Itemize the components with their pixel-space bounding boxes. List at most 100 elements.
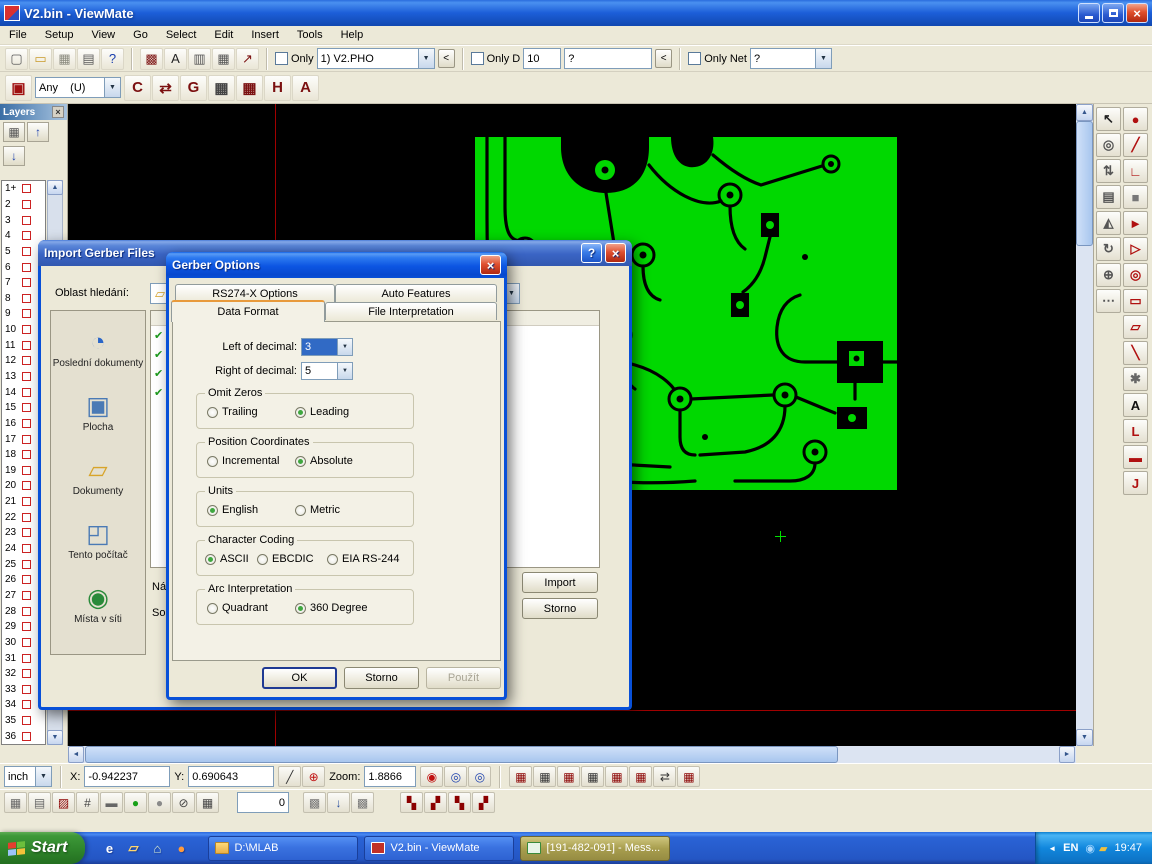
scroll-up-icon[interactable]: ▲ — [1076, 104, 1093, 121]
layer-row[interactable]: 3 — [2, 212, 45, 228]
layer-color-swatch[interactable] — [22, 341, 31, 350]
status-gray-dot-icon[interactable]: ● — [148, 792, 171, 813]
layer-color-swatch[interactable] — [22, 560, 31, 569]
prev-layer-button[interactable]: < — [438, 49, 455, 68]
scroll-left-button[interactable]: ◄ — [68, 746, 84, 763]
center-target-icon[interactable]: ⊕ — [1096, 263, 1121, 287]
aperture-grid-red-icon[interactable]: ▦ — [236, 75, 263, 101]
layer-color-swatch[interactable] — [22, 184, 31, 193]
text-tool-icon[interactable]: A — [1123, 393, 1148, 417]
x-coordinate-field[interactable]: -0.942237 — [84, 766, 170, 787]
layer-row[interactable]: 36 — [2, 728, 45, 744]
pattern-nw-icon[interactable]: ▞ — [424, 792, 447, 813]
layer-color-swatch[interactable] — [22, 481, 31, 490]
dot-matrix2-icon[interactable]: ▩ — [351, 792, 374, 813]
rows-icon[interactable]: ▤ — [28, 792, 51, 813]
net-table-icon[interactable]: ▦ — [629, 766, 652, 787]
layer-color-swatch[interactable] — [22, 231, 31, 240]
import-button[interactable]: Import — [522, 572, 598, 593]
text-tool-icon[interactable]: A — [164, 48, 187, 70]
save-icon[interactable]: ▦ — [53, 48, 76, 70]
layer-color-swatch[interactable] — [22, 497, 31, 506]
radio-eia-rs244[interactable]: EIA RS-244 — [327, 553, 399, 565]
scroll-down-icon[interactable]: ▼ — [47, 730, 63, 745]
snap-grid-icon[interactable]: # — [76, 792, 99, 813]
g-code-tool-icon[interactable]: G — [180, 75, 207, 101]
right-decimal-select[interactable]: 5 ▼ — [301, 362, 353, 380]
unit-select[interactable]: inch ▼ — [4, 766, 52, 787]
prev-dcode-button[interactable]: < — [655, 49, 672, 68]
layer-color-swatch[interactable] — [22, 591, 31, 600]
layer-color-swatch[interactable] — [22, 607, 31, 616]
chevron-down-icon[interactable]: ▼ — [337, 363, 352, 379]
gerber-close-button[interactable]: × — [480, 255, 501, 275]
scroll-right-button[interactable]: ► — [1059, 746, 1075, 763]
radio-ebcdic[interactable]: EBCDIC — [257, 553, 314, 565]
radio-quadrant[interactable]: Quadrant — [207, 602, 268, 614]
taskbar-window-message[interactable]: [191-482-091] - Mess... — [520, 836, 670, 861]
radio-ascii[interactable]: ASCII — [205, 553, 249, 565]
scroll-down-icon[interactable]: ▼ — [1076, 729, 1093, 746]
mini-grid-icon[interactable]: ▦ — [677, 766, 700, 787]
measure-diagonal-icon[interactable]: ↗ — [236, 48, 259, 70]
outline-mode-icon[interactable]: ⊘ — [172, 792, 195, 813]
radio-trailing[interactable]: Trailing — [207, 406, 258, 418]
tab-data-format[interactable]: Data Format — [171, 300, 325, 322]
draw-angle-tool-icon[interactable]: ∟ — [1123, 159, 1148, 183]
any-filter-select[interactable]: Any (U) ▼ — [35, 77, 121, 98]
layer-color-swatch[interactable] — [22, 325, 31, 334]
layer-color-swatch[interactable] — [22, 700, 31, 709]
zoom-updown-icon[interactable]: ⇅ — [1096, 159, 1121, 183]
layer-row[interactable]: 2 — [2, 197, 45, 213]
menu-item[interactable]: View — [82, 27, 124, 43]
only-dcode-checkbox[interactable] — [471, 52, 484, 65]
layer-color-swatch[interactable] — [22, 575, 31, 584]
menu-item[interactable]: Insert — [242, 27, 288, 43]
layer-row[interactable]: 1+ — [2, 181, 45, 197]
tab-auto-features[interactable]: Auto Features — [335, 284, 497, 302]
layer-color-swatch[interactable] — [22, 435, 31, 444]
left-decimal-select[interactable]: 3 ▼ — [301, 338, 353, 356]
layer-color-swatch[interactable] — [22, 669, 31, 678]
menu-item[interactable]: Select — [157, 27, 206, 43]
highlight-h-icon[interactable]: H — [264, 75, 291, 101]
chevron-down-icon[interactable]: ▼ — [418, 49, 434, 68]
origin-crosshair-icon[interactable]: ⊕ — [302, 766, 325, 787]
place-documents[interactable]: ▱ Dokumenty — [51, 445, 145, 509]
frame-grid2-icon[interactable]: ▦ — [533, 766, 556, 787]
layer-color-swatch[interactable] — [22, 372, 31, 381]
clock[interactable]: 19:47 — [1114, 842, 1142, 854]
taskbar-window-mlab[interactable]: D:\MLAB — [208, 836, 358, 861]
zoom-value-field[interactable]: 1.8866 — [364, 766, 416, 787]
ok-button[interactable]: OK — [262, 667, 337, 689]
aperture-table-icon[interactable]: ▦ — [581, 766, 604, 787]
vertical-scroll-thumb[interactable] — [1076, 121, 1093, 246]
draw-line-tool-icon[interactable]: ╱ — [1123, 133, 1148, 157]
y-coordinate-field[interactable]: 0.690643 — [188, 766, 274, 787]
polygon-tool-icon[interactable]: ▱ — [1123, 315, 1148, 339]
l-track-tool-icon[interactable]: L — [1123, 419, 1148, 443]
layer-color-swatch[interactable] — [22, 263, 31, 272]
chevron-down-icon[interactable]: ▼ — [815, 49, 831, 68]
pattern-ne-icon[interactable]: ▚ — [400, 792, 423, 813]
grid-dots-icon[interactable]: ▦ — [4, 792, 27, 813]
ie-icon[interactable]: e — [99, 837, 119, 859]
canvas-vertical-scrollbar[interactable]: ▲ ▼ — [1076, 104, 1093, 746]
layer-color-swatch[interactable] — [22, 654, 31, 663]
layer-color-swatch[interactable] — [22, 294, 31, 303]
layer-up-icon[interactable]: ↑ — [27, 122, 49, 142]
insert-point-icon[interactable]: ↓ — [327, 792, 350, 813]
only-layer-checkbox[interactable] — [275, 52, 288, 65]
layer-row[interactable]: 4 — [2, 228, 45, 244]
dialog-help-button[interactable]: ? — [581, 243, 602, 263]
zoom-in-icon[interactable]: ◎ — [444, 766, 467, 787]
swap-view-icon[interactable]: ⇄ — [653, 766, 676, 787]
horizontal-scroll-thumb[interactable] — [85, 746, 838, 763]
dcode-grid-icon[interactable]: ▩ — [140, 48, 163, 70]
place-my-computer[interactable]: ◰ Tento počítač — [51, 509, 145, 573]
dcode-number-field[interactable]: 10 — [523, 48, 561, 69]
dcode-table-icon[interactable]: ▦ — [557, 766, 580, 787]
layer-color-swatch[interactable] — [22, 450, 31, 459]
radio-360-degree[interactable]: 360 Degree — [295, 602, 368, 614]
slash-tool-icon[interactable]: ╲ — [1123, 341, 1148, 365]
